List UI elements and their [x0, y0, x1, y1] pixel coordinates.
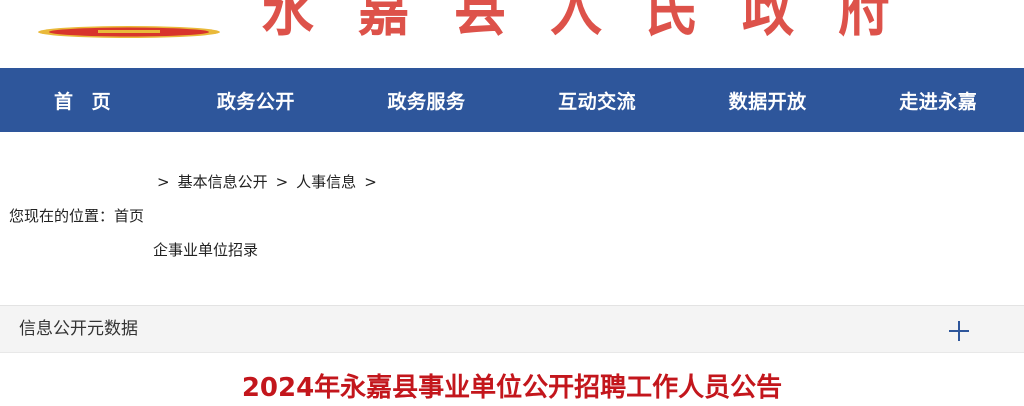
site-header: 永嘉县人民政府 [0, 0, 1024, 68]
nav-item-home[interactable]: 首 页 [0, 68, 171, 132]
main-navbar: 首 页 政务公开 政务服务 互动交流 数据开放 走进永嘉 [0, 68, 1024, 132]
breadcrumb-line-2: 您现在的位置：首页 [9, 206, 152, 226]
breadcrumb-personnel-link[interactable]: 人事信息 [296, 173, 356, 191]
nav-item-about-yongjia[interactable]: 走进永嘉 [853, 68, 1024, 132]
breadcrumb: > 基本信息公开 > 人事信息 > 您现在的位置：首页 企事业单位招录 [0, 132, 1024, 305]
breadcrumb-separator: > [364, 173, 377, 191]
breadcrumb-separator: > [157, 173, 170, 191]
breadcrumb-basic-info-link[interactable]: 基本信息公开 [178, 173, 268, 191]
site-title[interactable]: 永嘉县人民政府 [262, 0, 984, 40]
plus-icon[interactable] [948, 320, 970, 342]
national-emblem-icon[interactable] [38, 24, 220, 40]
breadcrumb-separator: > [275, 173, 289, 191]
nav-item-gov-affairs-open[interactable]: 政务公开 [171, 68, 342, 132]
breadcrumb-home-link[interactable]: 首页 [114, 207, 144, 225]
breadcrumb-recruitment-link[interactable]: 企事业单位招录 [153, 241, 258, 259]
nav-item-open-data[interactable]: 数据开放 [682, 68, 853, 132]
nav-item-gov-services[interactable]: 政务服务 [341, 68, 512, 132]
metadata-panel: 信息公开元数据 [0, 305, 1024, 353]
metadata-panel-label: 信息公开元数据 [19, 319, 138, 339]
site-title-text: 永嘉县人民政府 [262, 0, 935, 40]
breadcrumb-prefix: 您现在的位置： [9, 207, 115, 225]
breadcrumb-line-1: > 基本信息公开 > 人事信息 > [157, 172, 385, 192]
nav-item-interaction[interactable]: 互动交流 [512, 68, 683, 132]
article-title: 2024年永嘉县事业单位公开招聘工作人员公告 [241, 373, 783, 403]
breadcrumb-line-3: 企事业单位招录 [153, 240, 266, 260]
